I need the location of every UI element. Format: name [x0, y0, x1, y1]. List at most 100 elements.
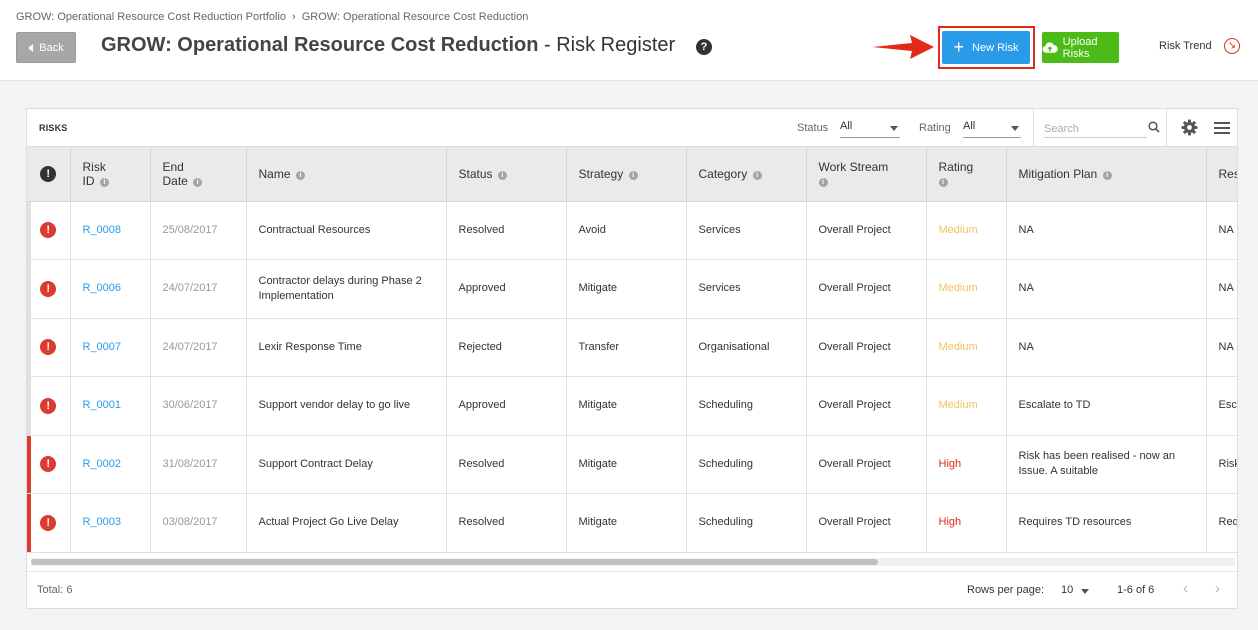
status-cell: Resolved: [446, 493, 567, 553]
row-flag-cell: !: [27, 318, 71, 377]
work-stream-cell: Overall Project: [806, 493, 927, 553]
column-risk-id-label-1: Risk: [82, 159, 106, 174]
rating-filter-select[interactable]: All: [963, 120, 1021, 138]
plus-icon: +: [953, 36, 965, 57]
breadcrumb-portfolio-link[interactable]: GROW: Operational Resource Cost Reductio…: [16, 11, 286, 23]
search-input[interactable]: [1044, 120, 1147, 138]
search-icon[interactable]: [1148, 121, 1160, 133]
rating-cell: Medium: [926, 376, 1007, 436]
column-risk-id[interactable]: Risk ID i: [70, 147, 151, 202]
mitigation-cell: Risk has been realised - now an Issue. A…: [1006, 435, 1207, 494]
rating-indicator-bar: [27, 377, 31, 435]
risk-id-link[interactable]: R_0008: [83, 224, 122, 236]
next-cell: Esca: [1206, 376, 1237, 436]
table-row[interactable]: ! R_0002 31/08/2017 Support Contract Del…: [27, 435, 1237, 494]
table-row[interactable]: ! R_0003 03/08/2017 Actual Project Go Li…: [27, 493, 1237, 553]
rating-filter-value: All: [963, 120, 976, 132]
risk-id-link[interactable]: R_0006: [83, 282, 122, 294]
column-alert: !: [27, 147, 71, 202]
name-cell: Support vendor delay to go live: [246, 376, 447, 436]
info-icon[interactable]: i: [818, 177, 828, 187]
status-cell: Approved: [446, 376, 567, 436]
rating-indicator-bar: [27, 494, 31, 552]
column-status[interactable]: Status i: [446, 147, 567, 202]
risk-id-link[interactable]: R_0001: [83, 399, 122, 411]
risks-panel: RISKS Status All Rating All Search ! Ris…: [26, 108, 1238, 609]
risk-id-link[interactable]: R_0002: [83, 458, 122, 470]
rating-indicator-bar: [27, 201, 31, 259]
risks-table-container[interactable]: ! Risk ID i End Date i Name i Status i Str…: [27, 147, 1237, 554]
rating-indicator-bar: [27, 260, 31, 318]
info-icon[interactable]: i: [938, 177, 948, 187]
new-risk-button[interactable]: + New Risk: [942, 31, 1030, 64]
strategy-cell: Mitigate: [566, 259, 687, 319]
chevron-down-icon: [890, 126, 898, 131]
info-icon[interactable]: i: [295, 170, 305, 180]
page-title-suffix: - Risk Register: [538, 34, 676, 56]
table-row[interactable]: ! R_0008 25/08/2017 Contractual Resource…: [27, 201, 1237, 260]
status-filter-select[interactable]: All: [840, 120, 900, 138]
info-icon[interactable]: i: [193, 177, 203, 187]
total-count: Total: 6: [37, 584, 73, 596]
risk-trend-link[interactable]: Risk Trend: [1159, 40, 1212, 52]
scrollbar-thumb[interactable]: [31, 559, 878, 565]
chevron-left-icon[interactable]: ‹: [1183, 581, 1188, 596]
mitigation-cell: NA: [1006, 201, 1207, 260]
column-name[interactable]: Name i: [246, 147, 447, 202]
risks-table: ! Risk ID i End Date i Name i Status i Str…: [27, 147, 1237, 553]
category-cell: Scheduling: [686, 376, 807, 436]
chevron-right-icon[interactable]: ›: [1215, 581, 1220, 596]
table-row[interactable]: ! R_0006 24/07/2017 Contractor delays du…: [27, 259, 1237, 319]
name-cell: Lexir Response Time: [246, 318, 447, 377]
column-work-stream[interactable]: Work Stream i: [806, 147, 927, 202]
risk-id-link[interactable]: R_0007: [83, 341, 122, 353]
info-icon[interactable]: i: [1102, 170, 1112, 180]
help-icon[interactable]: ?: [696, 39, 712, 55]
info-icon[interactable]: i: [99, 177, 109, 187]
risk-id-cell: R_0003: [70, 493, 151, 553]
pagination-range: 1-6 of 6: [1117, 584, 1155, 596]
category-cell: Services: [686, 201, 807, 260]
rating-cell: Medium: [926, 201, 1007, 260]
name-cell: Contractor delays during Phase 2 Impleme…: [246, 259, 447, 319]
horizontal-scrollbar[interactable]: [31, 558, 1235, 566]
upload-risks-button[interactable]: Upload Risks: [1042, 32, 1119, 63]
rows-per-page-select[interactable]: 10: [1061, 584, 1089, 596]
info-icon[interactable]: i: [752, 170, 762, 180]
end-date-cell: 24/07/2017: [150, 318, 247, 377]
column-end-date-label-1: End: [162, 159, 184, 174]
next-cell: Req: [1206, 493, 1237, 553]
rating-indicator-bar: [27, 435, 31, 493]
column-mitigation-plan[interactable]: Mitigation Plan i: [1006, 147, 1207, 202]
breadcrumb-project-link[interactable]: GROW: Operational Resource Cost Reductio…: [302, 11, 529, 23]
row-flag-cell: !: [27, 376, 71, 436]
strategy-cell: Avoid: [566, 201, 687, 260]
column-rating[interactable]: Rating i: [926, 147, 1007, 202]
rating-cell: Medium: [926, 259, 1007, 319]
rating-cell: Medium: [926, 318, 1007, 377]
column-end-date[interactable]: End Date i: [150, 147, 247, 202]
column-category-label: Category: [698, 166, 748, 181]
end-date-cell: 31/08/2017: [150, 435, 247, 494]
risk-id-link[interactable]: R_0003: [83, 516, 122, 528]
gear-icon[interactable]: [1181, 119, 1198, 136]
mitigation-cell: NA: [1006, 318, 1207, 377]
name-cell: Contractual Resources: [246, 201, 447, 260]
back-button[interactable]: Back: [16, 32, 76, 63]
page-title-project: GROW: Operational Resource Cost Reductio…: [101, 34, 539, 56]
row-flag-cell: !: [27, 201, 71, 260]
info-icon[interactable]: i: [497, 170, 507, 180]
column-category[interactable]: Category i: [686, 147, 807, 202]
table-row[interactable]: ! R_0007 24/07/2017 Lexir Response Time …: [27, 318, 1237, 377]
table-row[interactable]: ! R_0001 30/06/2017 Support vendor delay…: [27, 376, 1237, 436]
back-button-label: Back: [39, 41, 64, 54]
status-cell: Resolved: [446, 435, 567, 494]
mitigation-cell: Requires TD resources: [1006, 493, 1207, 553]
column-strategy[interactable]: Strategy i: [566, 147, 687, 202]
risk-id-cell: R_0008: [70, 201, 151, 260]
menu-icon[interactable]: [1214, 122, 1230, 134]
trend-down-icon[interactable]: ↘: [1224, 38, 1240, 54]
column-next[interactable]: Res: [1206, 147, 1237, 202]
info-icon[interactable]: i: [628, 170, 638, 180]
column-name-label: Name: [258, 166, 291, 181]
